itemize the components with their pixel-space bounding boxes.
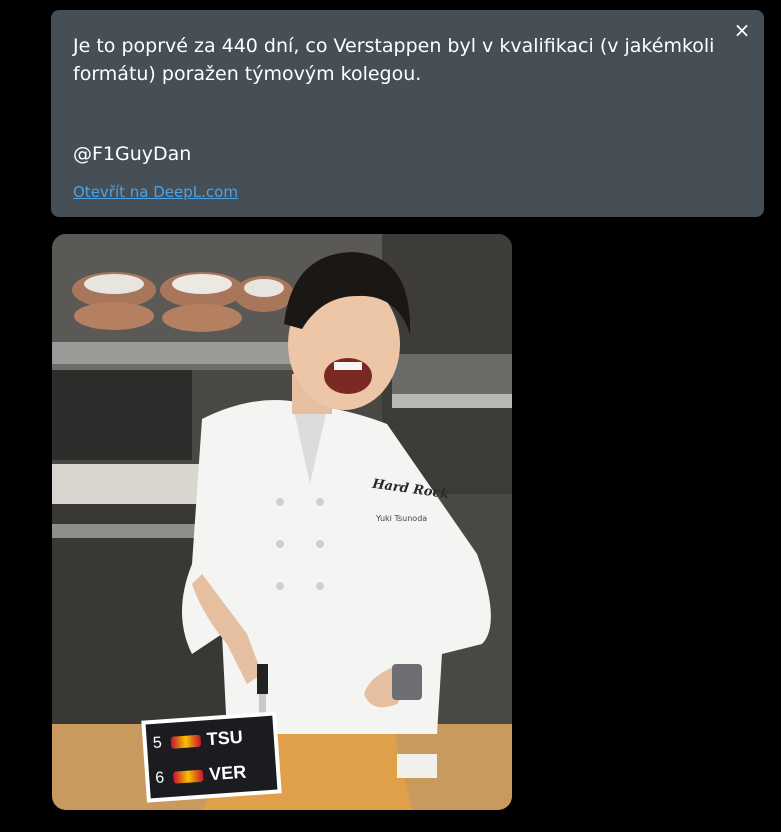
quali-position: 6 xyxy=(154,768,165,787)
close-icon[interactable]: × xyxy=(732,20,752,40)
quali-driver: VER xyxy=(208,761,247,785)
open-in-deepl-link[interactable]: Otevřít na DeepL.com xyxy=(73,183,238,201)
translated-text: Je to poprvé za 440 dní, co Verstappen b… xyxy=(73,35,715,85)
tweet-author: @F1GuyDan xyxy=(73,143,192,165)
quali-overlay-inner: 5 TSU 6 VER xyxy=(145,715,278,799)
translation-card: × Je to poprvé za 440 dní, co Verstappen… xyxy=(51,10,764,217)
team-logo-icon xyxy=(172,769,204,784)
quali-row: 6 VER xyxy=(155,760,271,789)
quali-row: 5 TSU xyxy=(152,725,268,754)
quali-position: 5 xyxy=(152,733,163,752)
tweet-media-image[interactable]: Hard Rock Yuki Tsunoda 5 TSU 6 VER xyxy=(52,234,512,810)
jacket-name: Yuki Tsunoda xyxy=(376,514,428,523)
kitchen-photo xyxy=(52,234,512,810)
quali-driver: TSU xyxy=(206,726,244,750)
quali-overlay: 5 TSU 6 VER xyxy=(141,711,282,803)
team-logo-icon xyxy=(170,734,202,749)
